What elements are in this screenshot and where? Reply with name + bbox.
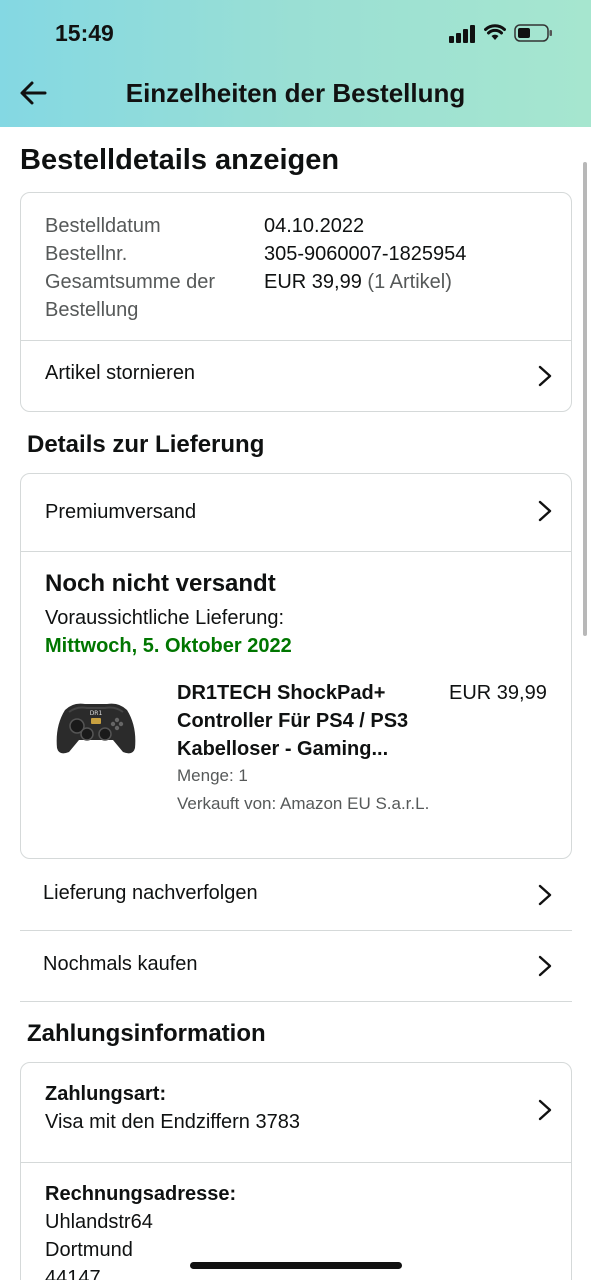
order-total-amount: EUR 39,99 xyxy=(264,271,362,293)
wifi-icon xyxy=(484,24,506,40)
product-image[interactable]: DR1 xyxy=(55,696,137,758)
shipping-method-row[interactable]: Premiumversand xyxy=(21,474,571,551)
status-time: 15:49 xyxy=(55,20,114,46)
page-title: Bestelldetails anzeigen xyxy=(20,144,340,176)
product-title-line2: Controller Für PS4 / PS3 xyxy=(177,710,409,732)
buy-again-label: Nochmals kaufen xyxy=(43,953,198,975)
payment-method-label: Zahlungsart: xyxy=(45,1083,167,1105)
chevron-right-icon xyxy=(538,365,552,387)
divider xyxy=(20,1001,572,1002)
app-header: 15:49 Einzelheiten der Bestellung xyxy=(0,0,591,127)
cancel-items-label: Artikel stornieren xyxy=(45,362,196,384)
billing-address-line2: Dortmund xyxy=(45,1239,133,1261)
order-date-value: 04.10.2022 xyxy=(264,215,365,237)
order-number-label: Bestellnr. xyxy=(45,243,128,265)
payment-section-title: Zahlungsinformation xyxy=(27,1020,266,1047)
track-delivery-row[interactable]: Lieferung nachverfolgen xyxy=(20,860,572,930)
product-title[interactable]: DR1TECH ShockPad+ Controller Für PS4 / P… xyxy=(177,679,427,763)
chevron-right-icon xyxy=(538,884,552,906)
order-total-value: EUR 39,99 (1 Artikel) xyxy=(264,268,452,296)
product-quantity: Menge: 1 xyxy=(177,766,248,785)
expected-delivery-label: Voraussichtliche Lieferung: xyxy=(45,607,285,629)
payment-method-value: Visa mit den Endziffern 3783 xyxy=(45,1111,300,1133)
order-summary-card: Bestelldatum 04.10.2022 Bestellnr. 305-9… xyxy=(20,192,572,412)
divider xyxy=(21,1162,571,1163)
home-indicator[interactable] xyxy=(190,1262,402,1269)
chevron-right-icon xyxy=(538,1099,552,1121)
track-delivery-label: Lieferung nachverfolgen xyxy=(43,882,258,904)
header-title: Einzelheiten der Bestellung xyxy=(125,78,466,108)
shipping-method-label: Premiumversand xyxy=(45,501,197,523)
product-image-brand: DR1 xyxy=(90,710,103,717)
payment-method-row[interactable]: Zahlungsart: Visa mit den Endziffern 378… xyxy=(21,1063,571,1162)
order-date-label: Bestelldatum xyxy=(45,215,161,237)
order-total-label-line1: Gesamtsumme der xyxy=(45,271,216,293)
order-item-count: (1 Artikel) xyxy=(367,271,452,293)
billing-address-line1: Uhlandstr64 xyxy=(45,1211,153,1233)
product-title-line1: DR1TECH ShockPad+ xyxy=(177,682,386,704)
billing-address-line3: 44147 xyxy=(45,1267,101,1280)
delivery-card: Premiumversand Noch nicht versandt Vorau… xyxy=(20,473,572,859)
buy-again-row[interactable]: Nochmals kaufen xyxy=(20,931,572,1001)
product-title-line3: Kabelloser - Gaming... xyxy=(177,738,389,760)
product-seller: Verkauft von: Amazon EU S.a.r.L. xyxy=(177,794,430,813)
scrollbar[interactable] xyxy=(583,162,587,636)
divider xyxy=(21,551,571,552)
chevron-right-icon xyxy=(538,955,552,977)
chevron-right-icon xyxy=(538,500,552,522)
payment-card: Zahlungsart: Visa mit den Endziffern 378… xyxy=(20,1062,572,1280)
expected-delivery-date: Mittwoch, 5. Oktober 2022 xyxy=(45,635,292,657)
order-number-value: 305-9060007-1825954 xyxy=(264,243,467,265)
billing-address-label: Rechnungsadresse: xyxy=(45,1183,237,1205)
cancel-items-row[interactable]: Artikel stornieren xyxy=(21,341,571,411)
order-total-label: Gesamtsumme der Bestellung xyxy=(45,268,215,324)
order-total-label-line2: Bestellung xyxy=(45,299,139,321)
shipment-status: Noch nicht versandt xyxy=(45,570,276,597)
product-price: EUR 39,99 xyxy=(449,682,547,704)
battery-icon xyxy=(514,24,552,42)
cellular-signal-icon xyxy=(449,25,477,43)
delivery-section-title: Details zur Lieferung xyxy=(27,431,265,458)
